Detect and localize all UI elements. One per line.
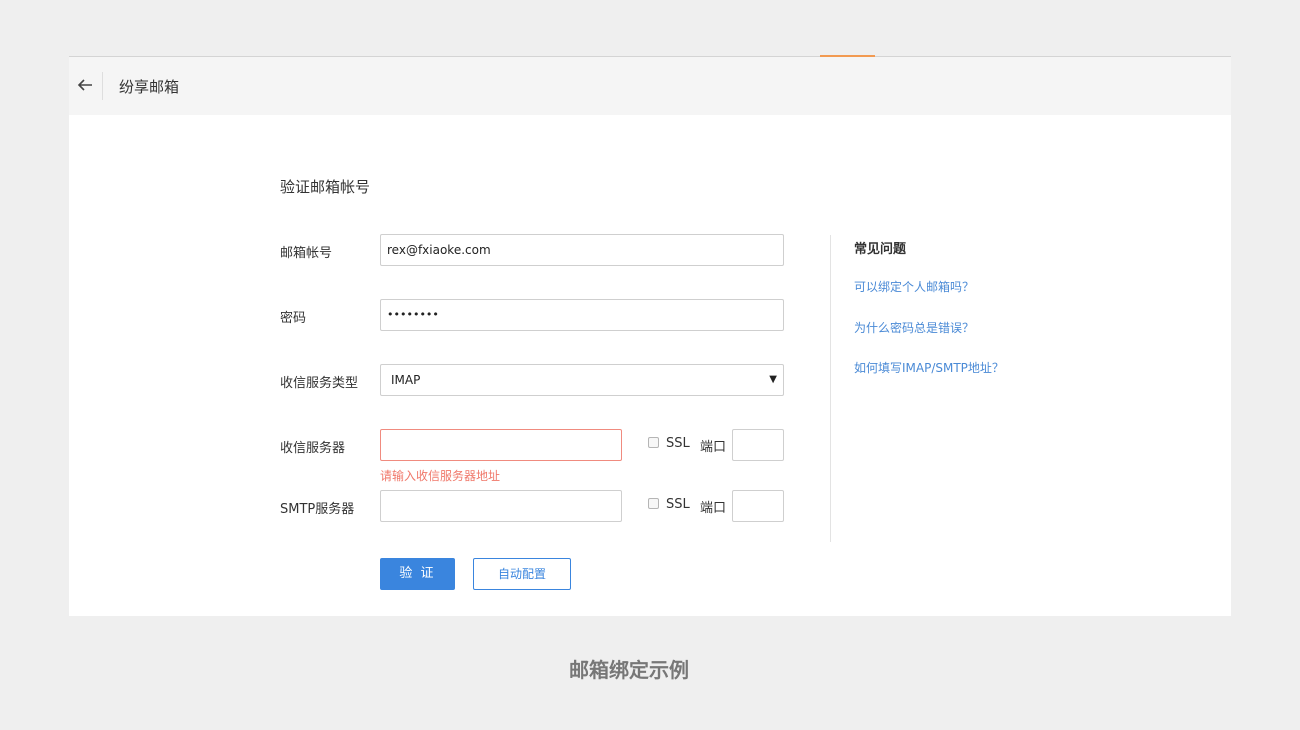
figure-caption: 邮箱绑定示例	[569, 658, 689, 682]
smtp-port-label: 端口	[700, 501, 727, 516]
incoming-ssl-label: SSL	[666, 436, 690, 451]
caret-down-icon: ▼	[769, 374, 777, 385]
section-title: 验证邮箱帐号	[280, 178, 371, 196]
smtp-port-input[interactable]	[732, 490, 784, 522]
incoming-port-label: 端口	[700, 440, 727, 455]
password-label: 密码	[280, 311, 307, 326]
page-title: 纷享邮箱	[119, 78, 180, 96]
server-type-select[interactable]: IMAP ▼	[380, 364, 784, 396]
incoming-server-error: 请输入收信服务器地址	[380, 469, 501, 483]
auto-config-button[interactable]: 自动配置	[473, 558, 571, 590]
faq-link[interactable]: 可以绑定个人邮箱吗？	[854, 278, 974, 295]
incoming-server-input[interactable]	[380, 429, 622, 461]
verify-button[interactable]: 验 证	[380, 558, 455, 590]
faq-divider	[830, 235, 831, 542]
faq-link[interactable]: 为什么密码总是错误？	[854, 319, 974, 336]
email-label: 邮箱帐号	[280, 246, 333, 261]
incoming-ssl-checkbox[interactable]	[648, 437, 659, 448]
password-field[interactable]: ••••••••	[380, 299, 784, 331]
incoming-server-label: 收信服务器	[280, 441, 346, 456]
email-field[interactable]: rex@fxiaoke.com	[380, 234, 784, 266]
page-header: 纷享邮箱	[69, 57, 1231, 115]
header-divider	[102, 72, 103, 100]
smtp-ssl-label: SSL	[666, 497, 690, 512]
main-panel: 纷享邮箱 验证邮箱帐号 邮箱帐号 rex@fxiaoke.com 密码 ••••…	[69, 57, 1231, 616]
smtp-server-label: SMTP服务器	[280, 502, 355, 517]
incoming-port-input[interactable]	[732, 429, 784, 461]
smtp-server-input[interactable]	[380, 490, 622, 522]
arrow-left-icon[interactable]	[74, 74, 96, 96]
faq-link[interactable]: 如何填写IMAP/SMTP地址？	[854, 359, 1004, 376]
smtp-ssl-checkbox[interactable]	[648, 498, 659, 509]
server-type-label: 收信服务类型	[280, 376, 359, 391]
server-type-value: IMAP	[391, 373, 421, 387]
faq-title: 常见问题	[854, 242, 907, 257]
